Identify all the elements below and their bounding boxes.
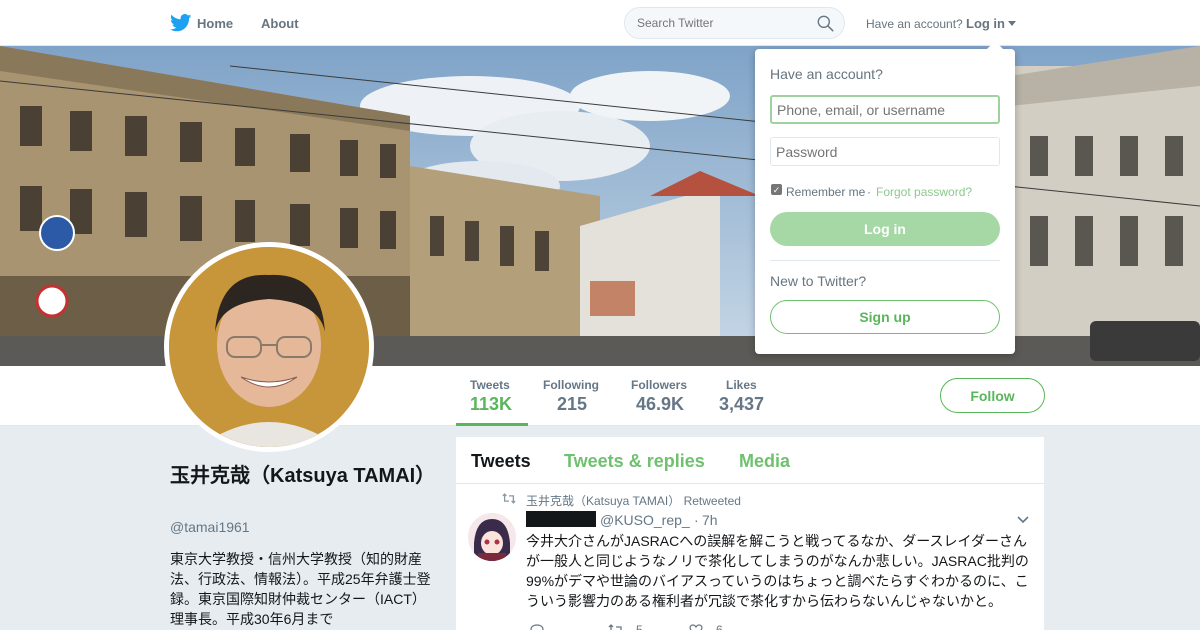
stat-tweets[interactable]: Tweets 113K [470, 378, 512, 415]
dropdown-arrow [987, 41, 1003, 49]
stat-followers[interactable]: Followers 46.9K [631, 378, 687, 415]
caret-down-icon[interactable] [1008, 21, 1016, 26]
profile-name: 玉井克哉（Katsuya TAMAI） [170, 465, 436, 487]
tweet-author-name-redacted[interactable] [526, 511, 596, 527]
retweeted-by-text[interactable]: 玉井克哉（Katsuya TAMAI） Retweeted [526, 492, 741, 509]
tab-media[interactable]: Media [739, 451, 790, 472]
bird-icon[interactable] [170, 14, 192, 32]
tweet-author-handle[interactable]: @KUSO_rep_ [600, 512, 690, 528]
search-input[interactable] [637, 16, 807, 30]
retweet-icon[interactable] [608, 624, 624, 630]
stat-label: Following [543, 378, 599, 392]
forgot-password-link[interactable]: Forgot password? [876, 185, 972, 199]
stat-label: Likes [726, 378, 757, 392]
top-navigation: Home About Have an account? Log in [0, 0, 1200, 46]
timeline-tabs: Tweets Tweets & replies Media [456, 437, 1044, 484]
stat-value: 113K [470, 394, 513, 414]
tweet-timestamp[interactable]: 7h [702, 512, 718, 528]
stat-likes[interactable]: Likes 3,437 [719, 378, 764, 415]
search-box [624, 7, 845, 39]
reply-icon[interactable] [530, 624, 544, 630]
stat-value: 3,437 [719, 394, 765, 414]
new-to-twitter-text: New to Twitter? [770, 273, 867, 289]
remember-me-label[interactable]: Remember me [786, 185, 865, 199]
username-input[interactable] [770, 95, 1000, 124]
like-count: 6 [716, 623, 723, 630]
login-dropdown-toggle[interactable]: Log in [966, 16, 1005, 31]
stat-value: 215 [557, 394, 588, 414]
stat-label: Tweets [470, 378, 510, 392]
login-dropdown: Have an account? ✓ Remember me · Forgot … [755, 41, 1015, 354]
active-tab-underline [456, 423, 528, 426]
retweet-count: 5 [636, 623, 643, 630]
stat-following[interactable]: Following 215 [543, 378, 599, 415]
tweet-text: 今井大介さんがJASRACへの誤解を解こうと戦ってるなか、ダースレイダーさんが一… [526, 533, 1029, 609]
nav-about-link[interactable]: About [261, 16, 299, 31]
retweet-context-icon [502, 493, 516, 504]
remember-me-checkbox[interactable]: ✓ [771, 184, 782, 195]
stat-value: 46.9K [636, 394, 685, 414]
tweet-item[interactable]: 玉井克哉（Katsuya TAMAI） Retweeted @KUSO_rep_… [456, 485, 1044, 630]
signup-button[interactable]: Sign up [770, 300, 1000, 334]
tab-tweets-replies[interactable]: Tweets & replies [564, 451, 705, 472]
tweet-separator: · [694, 512, 699, 528]
tab-tweets[interactable]: Tweets [471, 451, 531, 472]
follow-button[interactable]: Follow [940, 378, 1045, 413]
tweet-author-avatar[interactable] [468, 513, 516, 561]
profile-avatar[interactable] [164, 242, 374, 452]
dropdown-title: Have an account? [770, 66, 883, 82]
heart-icon[interactable] [689, 624, 703, 630]
password-input[interactable] [770, 137, 1000, 166]
login-button[interactable]: Log in [770, 212, 1000, 246]
search-icon[interactable] [817, 15, 834, 32]
remember-separator: · [867, 185, 871, 199]
chevron-down-icon[interactable] [1017, 516, 1029, 524]
stat-label: Followers [631, 378, 688, 392]
dropdown-divider [770, 260, 1000, 261]
nav-home-link[interactable]: Home [197, 16, 233, 31]
have-account-text: Have an account? [866, 17, 963, 31]
timeline: Tweets Tweets & replies Media 玉井克哉（Katsu… [456, 437, 1044, 630]
profile-handle[interactable]: @tamai1961 [170, 519, 250, 535]
profile-bio: 東京大学教授・信州大学教授（知的財産法、行政法、情報法）。平成25年弁護士登録。… [170, 551, 431, 627]
